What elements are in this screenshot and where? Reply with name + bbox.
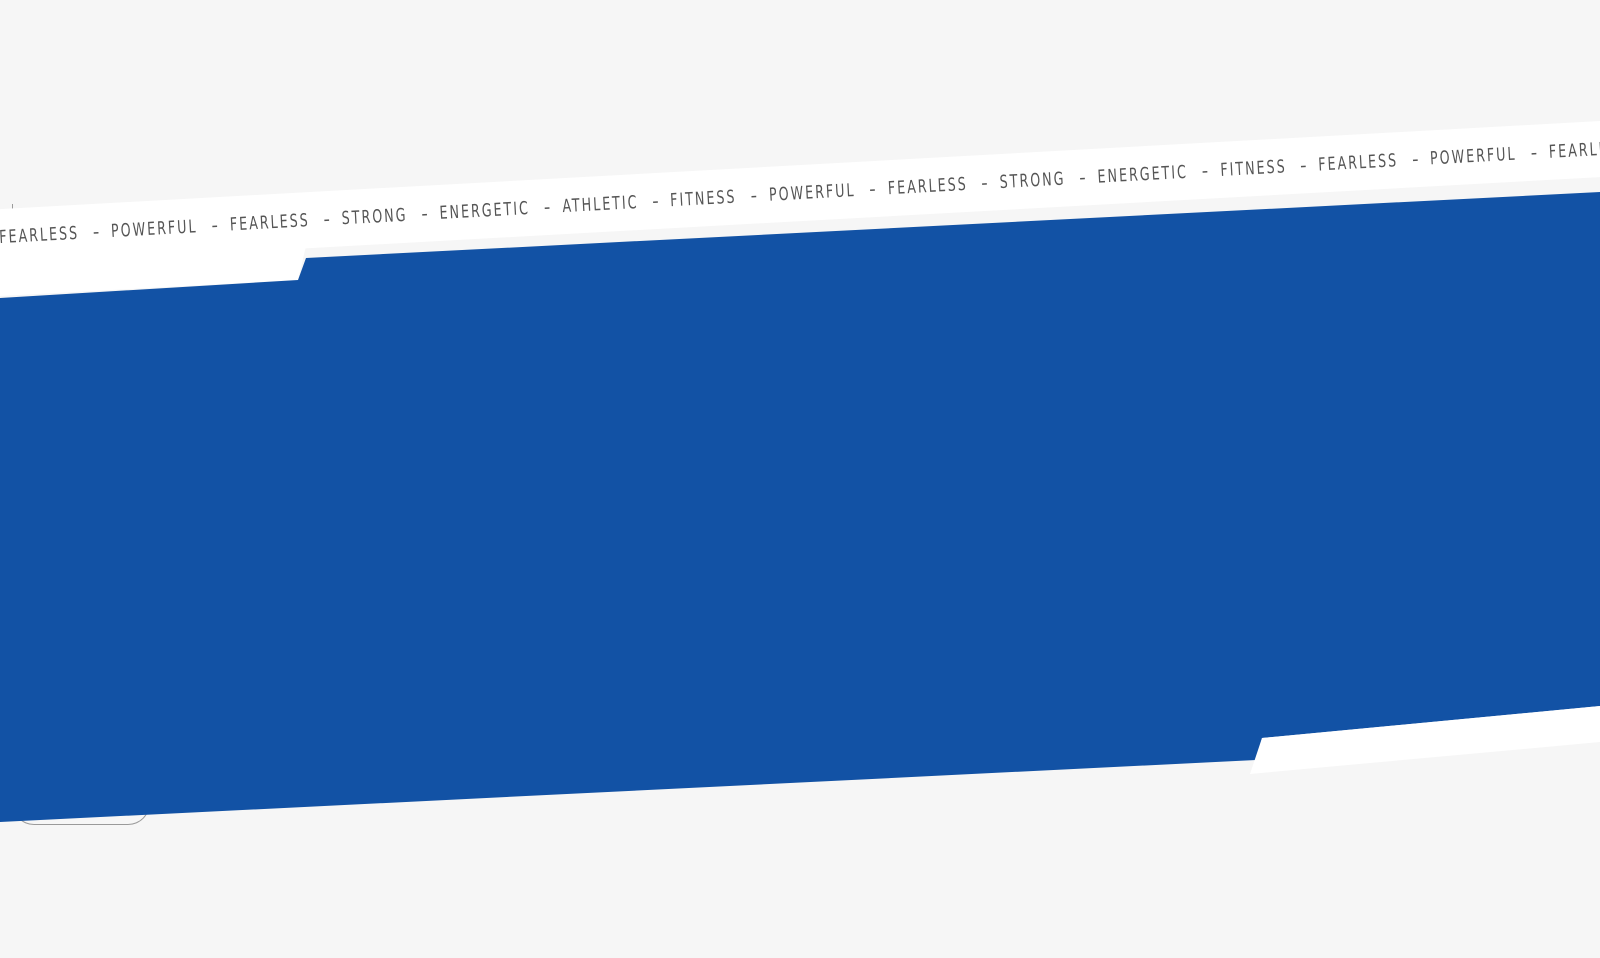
- marquee-word: STRONG: [341, 204, 409, 229]
- marquee-item: POWERFUL -: [1429, 141, 1550, 169]
- marquee-item: FEARLESS-: [0, 221, 112, 248]
- marquee-separator: -: [543, 196, 551, 218]
- marquee-item: STRONG -: [341, 202, 440, 229]
- marquee-word: ATHLETIC: [561, 191, 640, 217]
- marquee-separator: -: [749, 184, 758, 207]
- marquee-item: ATHLETIC -: [561, 190, 671, 217]
- marquee-word: FEARLESS: [1317, 149, 1399, 176]
- marquee-item: FEARLESS-: [229, 208, 342, 235]
- page: FEARLESS - POWERFUL - FEARLESS - STRONG - ENERGE…: [0, 0, 1600, 958]
- marquee-track: FEARLESS - POWERFUL - FEARLESS - STRONG - ENERGE…: [0, 130, 1600, 251]
- marquee-separator: -: [210, 214, 219, 236]
- marquee-item: FITNESS -: [1219, 154, 1320, 181]
- marquee-separator: -: [1530, 142, 1538, 164]
- marquee-separator: -: [1201, 160, 1209, 182]
- marquee-separator: -: [1078, 166, 1087, 189]
- marquee-separator: -: [868, 178, 877, 200]
- marquee-item: ENERGETIC -: [1097, 159, 1221, 187]
- marquee-item: POWERFUL -: [110, 214, 231, 242]
- marquee-word: STRONG: [999, 168, 1067, 193]
- marquee-word: FEARLESS: [1548, 136, 1600, 163]
- marquee-separator: -: [980, 172, 989, 194]
- marquee-item: STRONG -: [999, 166, 1098, 193]
- marquee-separator: -: [1411, 148, 1420, 170]
- banner-corner-strip-bottom: [1250, 706, 1600, 774]
- marquee-word: ENERGETIC: [1097, 161, 1189, 188]
- marquee-separator: -: [1299, 154, 1308, 177]
- marquee-item: FEARLESS-: [1549, 135, 1600, 162]
- marquee-word: FEARLESS: [887, 173, 969, 199]
- marquee-item: ENERGETIC -: [439, 196, 563, 224]
- marquee-item: FEARLESS-: [887, 172, 1000, 199]
- marquee-word: FEARLESS: [229, 209, 311, 235]
- marquee-item: FITNESS -: [670, 184, 770, 211]
- marquee-item: POWERFUL -: [768, 178, 888, 205]
- marquee-word: POWERFUL: [110, 215, 199, 242]
- marquee-separator: -: [322, 208, 331, 230]
- marquee-word: ENERGETIC: [439, 197, 531, 224]
- marquee-word: POWERFUL: [768, 179, 857, 206]
- marquee-item: FEARLESS-: [1318, 148, 1431, 175]
- marquee-separator: -: [420, 203, 429, 225]
- marquee-word: FEARLESS: [0, 222, 80, 248]
- marquee-ribbon: FEARLESS - POWERFUL - FEARLESS - STRONG - ENERGE…: [0, 115, 1600, 269]
- banner-shape: [0, 192, 1600, 822]
- marquee-word: FITNESS: [1219, 155, 1287, 181]
- marquee-word: POWERFUL: [1429, 143, 1518, 169]
- marquee-word: FITNESS: [670, 186, 738, 211]
- marquee-separator: -: [92, 221, 100, 243]
- marquee-separator: -: [651, 190, 660, 212]
- hidden-pill-button-bottom[interactable]: [12, 781, 150, 825]
